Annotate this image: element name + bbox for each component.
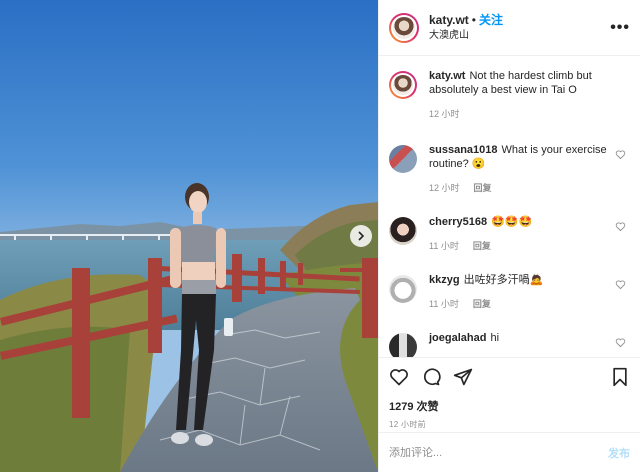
post-caption: katy.wt Not the hardest climb but absolut… (389, 69, 630, 121)
add-comment-bar: 发布 (379, 432, 640, 472)
bookmark-icon[interactable] (610, 367, 630, 387)
post-header: katy.wt • 关注 大澳虎山 ••• (379, 0, 640, 56)
like-count[interactable]: 1279 次赞 (389, 398, 630, 414)
comment-time: 11 小时 (429, 241, 459, 251)
photo-scene (0, 0, 378, 472)
comment-input[interactable] (389, 446, 608, 459)
commenter-avatar[interactable] (389, 275, 417, 303)
comment-text: 🤩🤩🤩 (491, 216, 533, 228)
commenter-avatar[interactable] (389, 145, 417, 173)
reply-button[interactable]: 回复 (473, 239, 491, 253)
post-timestamp: 12 小时前 (389, 420, 426, 429)
instagram-post-view: katy.wt • 关注 大澳虎山 ••• katy.wt Not the harde… (0, 0, 640, 472)
author-avatar[interactable] (389, 12, 419, 43)
caption-avatar[interactable] (389, 71, 417, 99)
comment-username[interactable]: joegalahad (429, 332, 486, 344)
author-username[interactable]: katy.wt (429, 13, 469, 27)
comment-item: sussana1018 What is your exercise routine… (389, 143, 630, 195)
next-photo-button[interactable] (350, 225, 372, 247)
comment-time: 11 小时 (429, 299, 459, 309)
reply-button[interactable]: 回复 (473, 297, 491, 311)
comment-text: hi (490, 332, 500, 344)
comment-time: 12 小时 (429, 183, 460, 193)
more-options-button[interactable]: ••• (610, 19, 630, 37)
like-comment-heart-icon[interactable] (615, 279, 626, 290)
like-comment-heart-icon[interactable] (615, 221, 626, 232)
comment-item: joegalahad hi (389, 331, 630, 357)
comment-username[interactable]: sussana1018 (429, 144, 498, 156)
caption-time: 12 小时 (429, 109, 460, 119)
post-location[interactable]: 大澳虎山 (429, 28, 610, 44)
post-actions: 1279 次赞 12 小时前 (379, 357, 640, 430)
share-icon[interactable] (453, 367, 473, 387)
comment-item: cherry5168 🤩🤩🤩 11 小时 回复 (389, 215, 630, 253)
caption-username[interactable]: katy.wt (429, 70, 465, 82)
like-comment-heart-icon[interactable] (615, 337, 626, 348)
comment-username[interactable]: kkzyg (429, 274, 460, 286)
post-photo[interactable] (0, 0, 378, 472)
comment-username[interactable]: cherry5168 (429, 216, 487, 228)
like-comment-heart-icon[interactable] (615, 149, 626, 160)
comments-list[interactable]: katy.wt Not the hardest climb but absolut… (379, 57, 640, 357)
heart-icon[interactable] (389, 367, 409, 387)
follow-button[interactable]: 关注 (479, 13, 503, 27)
separator-dot: • (471, 12, 476, 27)
commenter-avatar[interactable] (389, 333, 417, 357)
post-side-panel: katy.wt • 关注 大澳虎山 ••• katy.wt Not the harde… (378, 0, 640, 472)
comment-item: kkzyg 出咗好多汗喎🙇 11 小时 回复 (389, 273, 630, 311)
post-comment-button[interactable]: 发布 (608, 445, 630, 461)
commenter-avatar[interactable] (389, 217, 417, 245)
chevron-right-icon (358, 231, 365, 241)
comment-text: 出咗好多汗喎🙇 (463, 274, 544, 286)
reply-button[interactable]: 回复 (474, 181, 492, 195)
comment-icon[interactable] (421, 367, 441, 387)
